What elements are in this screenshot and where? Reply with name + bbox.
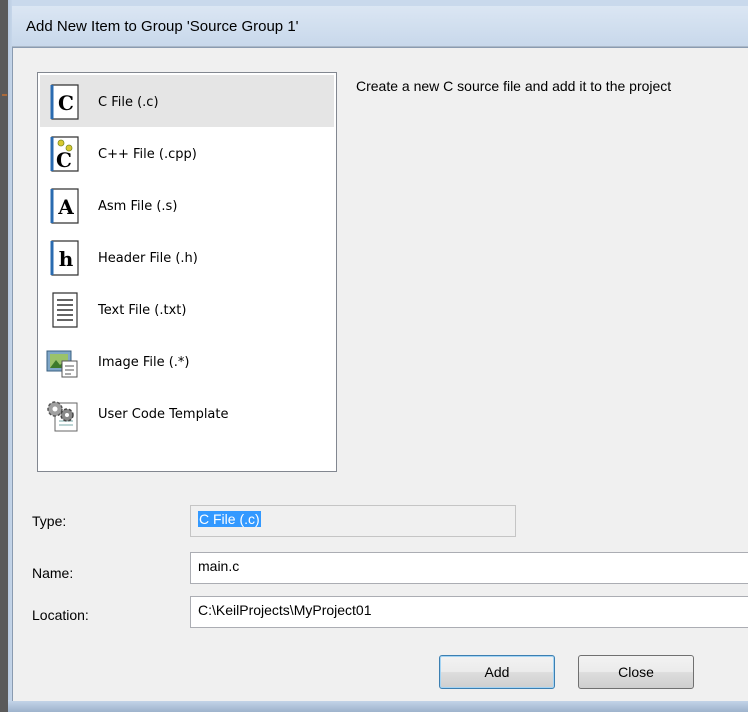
list-item-label: Image File (.*) xyxy=(98,355,190,370)
user-code-template-icon xyxy=(47,401,78,432)
location-label: Location: xyxy=(32,607,89,623)
svg-text:C: C xyxy=(58,91,74,115)
name-label: Name: xyxy=(32,565,74,581)
svg-text:C: C xyxy=(56,148,72,172)
background-window-sliver xyxy=(0,0,8,712)
item-description: Create a new C source file and add it to… xyxy=(356,78,672,94)
type-value: C File (.c) xyxy=(198,511,261,527)
name-input[interactable]: main.c xyxy=(190,552,748,584)
dialog-title: Add New Item to Group 'Source Group 1' xyxy=(26,18,299,35)
asm-file-icon: A xyxy=(50,188,79,224)
close-button[interactable]: Close xyxy=(578,655,694,689)
location-value: C:\KeilProjects\MyProject01 xyxy=(198,602,372,618)
c-file-icon: C xyxy=(50,84,79,120)
type-label: Type: xyxy=(32,513,67,529)
item-type-list[interactable]: C C File (.c) C C++ File (.cpp) A Asm Fi… xyxy=(37,72,337,472)
svg-text:A: A xyxy=(57,195,74,219)
svg-text:h: h xyxy=(59,247,74,271)
cpp-file-icon: C xyxy=(50,136,79,172)
list-item-label: User Code Template xyxy=(98,407,229,422)
list-item-c-file[interactable]: C C File (.c) xyxy=(40,75,334,127)
location-input[interactable]: C:\KeilProjects\MyProject01 xyxy=(190,596,748,628)
list-item-image-file[interactable]: Image File (.*) xyxy=(40,335,334,387)
type-field: C File (.c) xyxy=(190,505,516,537)
list-item-cpp-file[interactable]: C C++ File (.cpp) xyxy=(40,127,334,179)
text-file-icon xyxy=(52,292,78,328)
list-item-header-file[interactable]: h Header File (.h) xyxy=(40,231,334,283)
add-button[interactable]: Add xyxy=(439,655,555,689)
list-item-asm-file[interactable]: A Asm File (.s) xyxy=(40,179,334,231)
image-file-icon xyxy=(46,350,78,378)
window-bottom-border xyxy=(0,700,748,712)
header-file-icon: h xyxy=(50,240,79,276)
list-item-label: C File (.c) xyxy=(98,95,159,110)
name-value: main.c xyxy=(198,558,240,574)
list-item-label: Asm File (.s) xyxy=(98,199,178,214)
list-item-text-file[interactable]: Text File (.txt) xyxy=(40,283,334,335)
list-item-label: Text File (.txt) xyxy=(98,303,187,318)
list-item-user-code-template[interactable]: User Code Template xyxy=(40,387,334,439)
list-item-label: C++ File (.cpp) xyxy=(98,147,197,162)
list-item-label: Header File (.h) xyxy=(98,251,198,266)
title-bar[interactable]: Add New Item to Group 'Source Group 1' xyxy=(12,6,748,47)
